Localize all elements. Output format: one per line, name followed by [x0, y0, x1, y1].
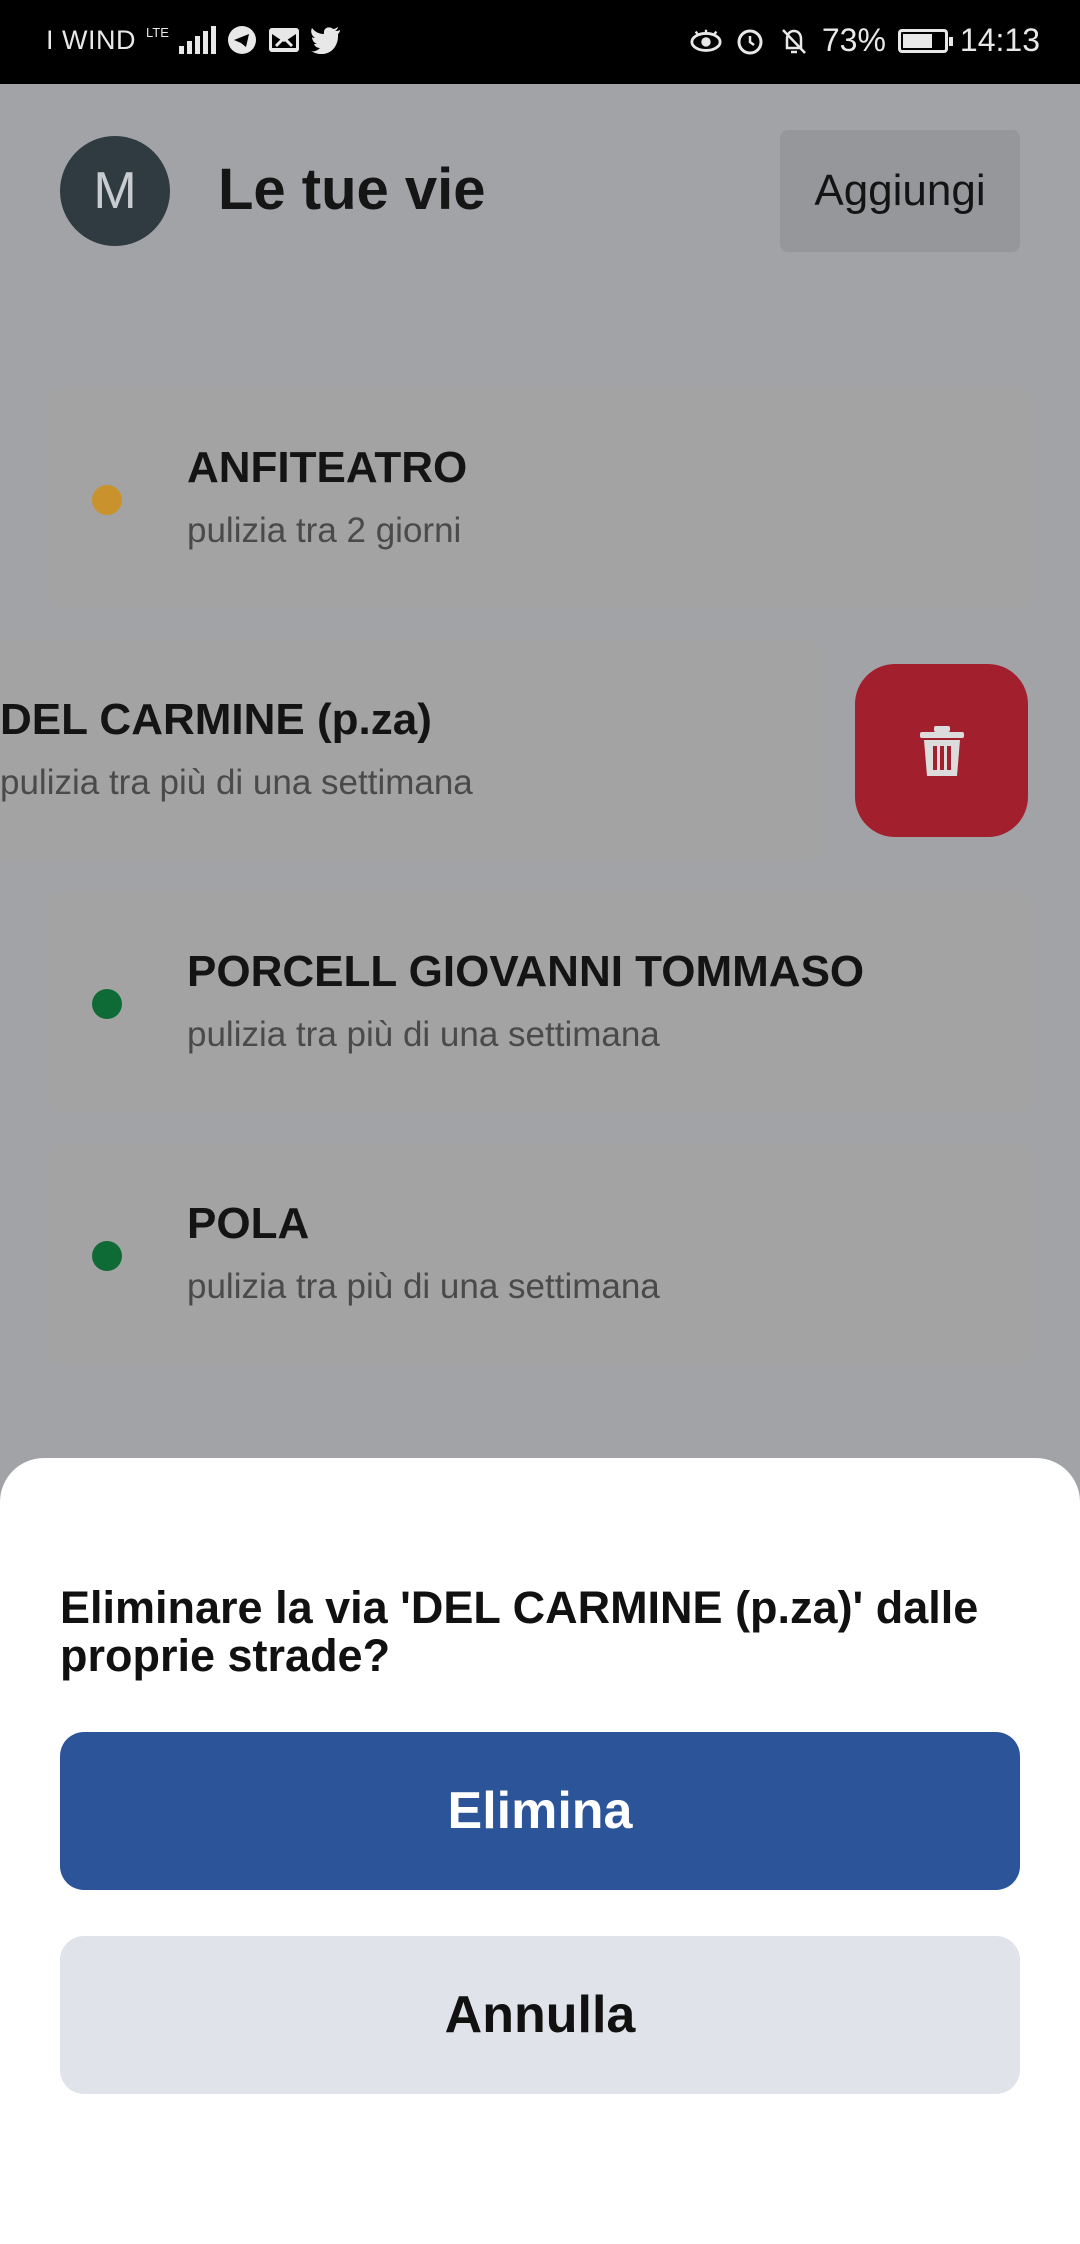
cleaning-status: pulizia tra 2 giorni — [187, 511, 462, 550]
cleaning-status: pulizia tra più di una settimana — [187, 1267, 660, 1306]
street-name: PORCELL GIOVANNI TOMMASO — [187, 947, 865, 996]
confirm-delete-sheet: Eliminare la via 'DEL CARMINE (p.za)' da… — [0, 1458, 1080, 2244]
alarm-icon — [734, 25, 766, 57]
eye-icon — [690, 25, 722, 57]
status-bar: I WIND LTE 73% 14:13 — [0, 0, 1080, 84]
battery-percent: 73% — [821, 22, 886, 58]
cleaning-status: pulizia tra più di una settimana — [187, 1015, 660, 1054]
confirm-delete-button[interactable]: Elimina — [60, 1732, 1020, 1890]
street-card[interactable]: PORCELL GIOVANNI TOMMASO pulizia tra più… — [46, 891, 1034, 1113]
page-title: Le tue vie — [218, 157, 486, 222]
battery-icon — [897, 28, 953, 53]
street-name: DEL CARMINE (p.za) — [0, 695, 432, 744]
twitter-icon — [310, 24, 342, 56]
telegram-icon — [226, 24, 258, 56]
cancel-button[interactable]: Annulla — [60, 1936, 1020, 2094]
street-card-swiped[interactable]: DEL CARMINE (p.za) pulizia tra più di un… — [0, 639, 824, 861]
street-name: POLA — [187, 1199, 310, 1248]
dialog-question: Eliminare la via 'DEL CARMINE (p.za)' da… — [60, 1582, 979, 1681]
add-street-button[interactable]: Aggiungi — [780, 130, 1020, 252]
clock: 14:13 — [959, 22, 1040, 58]
street-name: ANFITEATRO — [187, 443, 468, 492]
status-dot — [92, 989, 122, 1019]
cleaning-status: pulizia tra più di una settimana — [0, 763, 473, 802]
signal-icon — [178, 26, 216, 54]
mail-icon — [268, 24, 300, 56]
avatar[interactable]: M — [60, 136, 170, 246]
header: M Le tue vie Aggiungi — [0, 84, 1080, 304]
street-card[interactable]: ANFITEATRO pulizia tra 2 giorni — [46, 387, 1034, 609]
bell-off-icon — [778, 25, 810, 57]
trash-icon — [919, 725, 964, 776]
status-dot — [92, 485, 122, 515]
status-dot — [92, 1241, 122, 1271]
street-card[interactable]: POLA pulizia tra più di una settimana — [46, 1143, 1034, 1365]
carrier-name: I WIND — [46, 24, 136, 55]
network-type: LTE — [146, 25, 169, 40]
delete-street-button[interactable] — [855, 664, 1028, 837]
